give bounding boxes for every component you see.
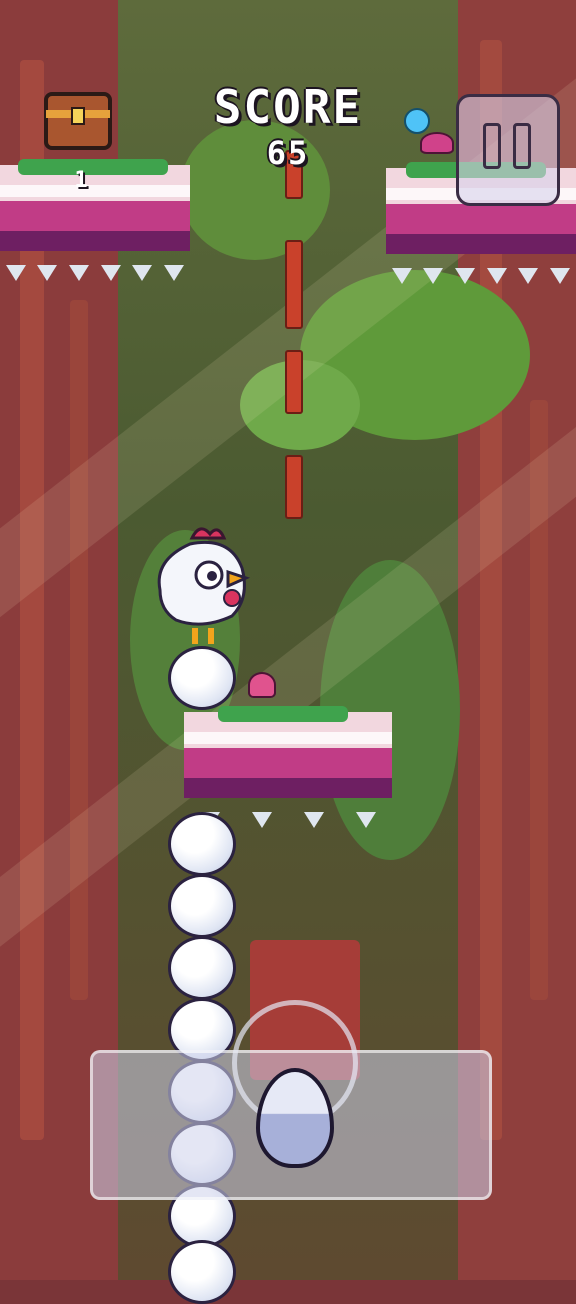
rope-marker [285,240,303,329]
stacked-egg [168,646,236,710]
stacked-egg [168,1240,236,1304]
treasure-chest-icon[interactable] [42,88,114,152]
stacked-egg [168,812,236,876]
rope-marker [285,350,303,414]
rope-marker [285,455,303,519]
chicken-player [152,520,252,650]
stacked-egg [168,936,236,1000]
mushroom [248,672,276,698]
bark-stripe [70,300,88,1000]
platform-middle [184,706,392,828]
chest-count: 1 [74,168,88,193]
pause-icon [483,123,535,175]
stacked-egg [168,874,236,938]
pause-button[interactable] [456,94,560,206]
